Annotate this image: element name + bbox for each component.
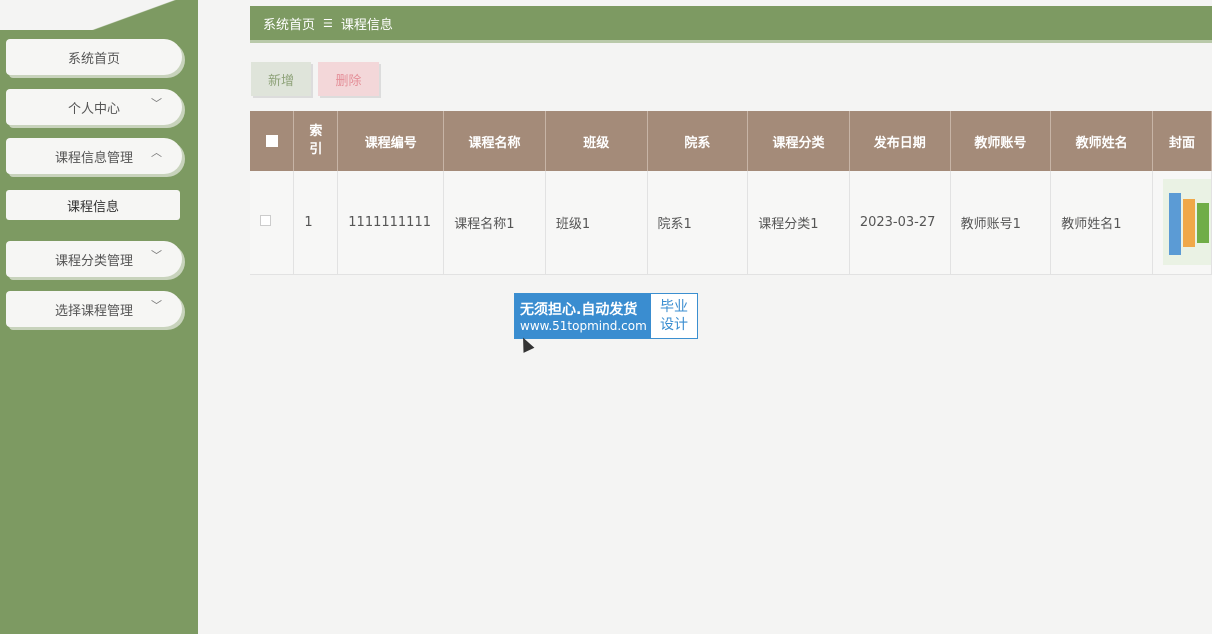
column-header-cover: 封面 [1152,111,1212,171]
chevron-down-icon: ﹀ [151,249,162,262]
cell-class: 班级1 [545,171,648,275]
column-header-publish-date: 发布日期 [849,111,951,171]
add-button[interactable]: 新增 [251,62,311,96]
sidebar-top-notch [0,0,198,30]
cell-teacher-name: 教师姓名1 [1050,171,1153,275]
ad-line1: 无须担心.自动发货 [520,302,638,318]
breadcrumb-current: 课程信息 [340,17,393,33]
select-all-header[interactable] [250,111,295,171]
sidebar-item-course-category-management[interactable]: 课程分类管理 ﹀ [6,241,182,277]
sidebar-item-label: 课程分类管理 [54,253,133,269]
ad-badge-line1: 毕业 [660,299,688,315]
sidebar-item-course-info-management[interactable]: 课程信息管理 ︿ [6,138,182,174]
ad-url: www.51topmind.com [520,319,647,333]
column-header-course-code: 课程编号 [337,111,445,171]
cell-teacher-account: 教师账号1 [950,171,1052,275]
ad-badge: 毕业 设计 [651,294,697,338]
column-header-course-name: 课程名称 [443,111,546,171]
cell-index: 1 [293,171,339,275]
cell-course-category: 课程分类1 [747,171,850,275]
ad-banner[interactable]: 无须担心.自动发货 www.51topmind.com 毕业 设计 [514,293,698,339]
cell-course-name: 课程名称1 [443,171,546,275]
sidebar-item-course-selection-management[interactable]: 选择课程管理 ﹀ [6,291,182,327]
chevron-down-icon: ﹀ [151,299,162,312]
cover-image[interactable] [1162,179,1211,266]
sidebar-item-label: 系统首页 [67,51,120,67]
breadcrumb: 系统首页 ☰ 课程信息 [250,6,1212,43]
breadcrumb-home[interactable]: 系统首页 [263,14,315,33]
cell-department: 院系1 [647,171,749,275]
cell-cover [1152,171,1212,275]
column-header-course-category: 课程分类 [747,111,850,171]
row-select-cell[interactable] [250,171,295,275]
sidebar-subitem-label: 课程信息 [66,199,119,215]
course-table: 索引 课程编号 课程名称 班级 院系 课程分类 发布日期 教师账号 教师姓名 封… [250,111,1212,275]
sidebar-item-label: 选择课程管理 [54,303,133,319]
select-all-checkbox[interactable] [265,135,278,147]
sidebar-item-home[interactable]: 系统首页 [6,39,182,75]
cell-course-code: 1111111111 [337,171,445,275]
chevron-down-icon: ﹀ [151,97,162,110]
sidebar-item-label: 个人中心 [67,101,120,117]
table-header-row: 索引 课程编号 课程名称 班级 院系 课程分类 发布日期 教师账号 教师姓名 封… [250,111,1212,171]
column-header-index: 索引 [293,111,339,171]
chevron-up-icon: ︿ [151,146,162,159]
sidebar-subitem-course-info[interactable]: 课程信息 [6,190,180,220]
row-checkbox[interactable] [260,214,271,226]
ad-text: 无须担心.自动发货 www.51topmind.com [515,294,651,338]
breadcrumb-separator-icon: ☰ [323,16,333,30]
cell-publish-date: 2023-03-27 [849,171,951,275]
column-header-teacher-account: 教师账号 [950,111,1052,171]
column-header-class: 班级 [545,111,648,171]
table-row[interactable]: 1 1111111111 课程名称1 班级1 院系1 课程分类1 2023-03… [250,171,1212,275]
sidebar-item-label: 课程信息管理 [54,150,133,166]
sidebar-item-personal-center[interactable]: 个人中心 ﹀ [6,89,182,125]
column-header-teacher-name: 教师姓名 [1050,111,1153,171]
column-header-department: 院系 [647,111,749,171]
ad-badge-line2: 设计 [660,317,688,333]
delete-button[interactable]: 删除 [318,62,379,96]
